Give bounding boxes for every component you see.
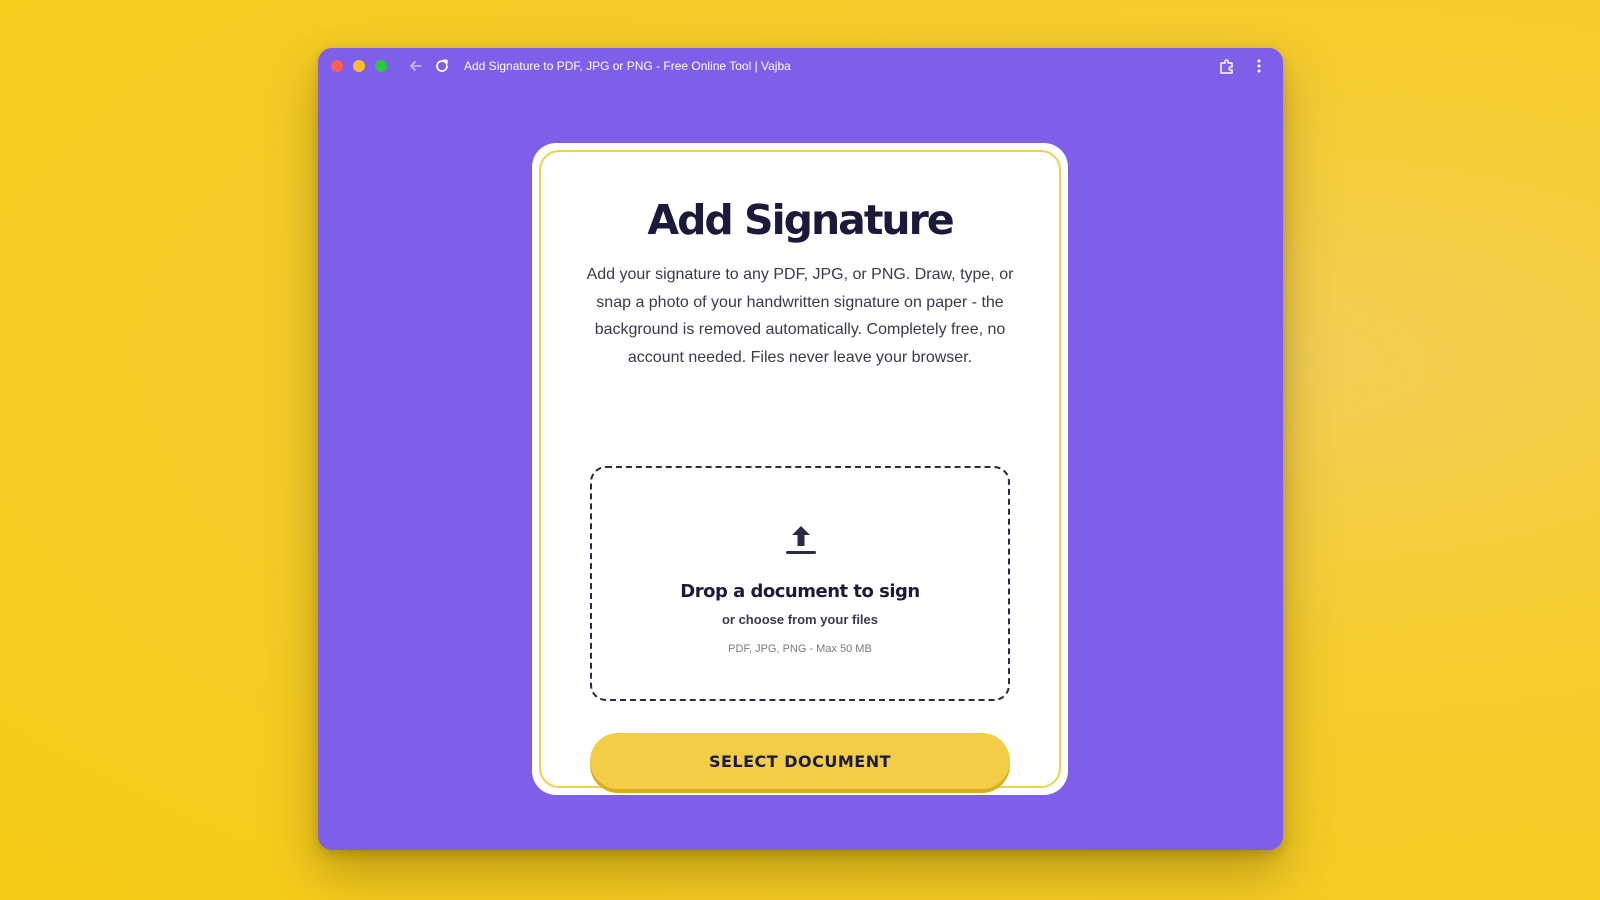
document-dropzone[interactable]: Drop a document to sign or choose from y… (590, 466, 1010, 701)
browser-title-bar: Add Signature to PDF, JPG or PNG - Free … (318, 48, 1283, 84)
page-title: Add Signature (647, 196, 954, 244)
page-tab-title: Add Signature to PDF, JPG or PNG - Free … (464, 59, 791, 73)
supported-formats: PDF, JPG, PNG - Max 50 MB (728, 643, 872, 655)
more-menu-icon[interactable] (1249, 56, 1269, 76)
close-window-button[interactable] (331, 60, 343, 72)
extensions-icon[interactable] (1217, 56, 1237, 76)
minimize-window-button[interactable] (353, 60, 365, 72)
reload-icon[interactable] (432, 56, 452, 76)
upload-icon (783, 522, 819, 558)
maximize-window-button[interactable] (375, 60, 387, 72)
page-description: Add your signature to any PDF, JPG, or P… (586, 266, 1014, 366)
back-arrow-icon[interactable] (406, 56, 426, 76)
choose-files-link[interactable]: or choose from your files (592, 611, 1008, 629)
dropzone-title: Drop a document to sign (680, 581, 920, 602)
browser-window: Add Signature to PDF, JPG or PNG - Free … (318, 48, 1283, 850)
select-document-button[interactable]: SELECT DOCUMENT (590, 733, 1010, 789)
signature-card: Add Signature Add your signature to any … (532, 143, 1068, 795)
